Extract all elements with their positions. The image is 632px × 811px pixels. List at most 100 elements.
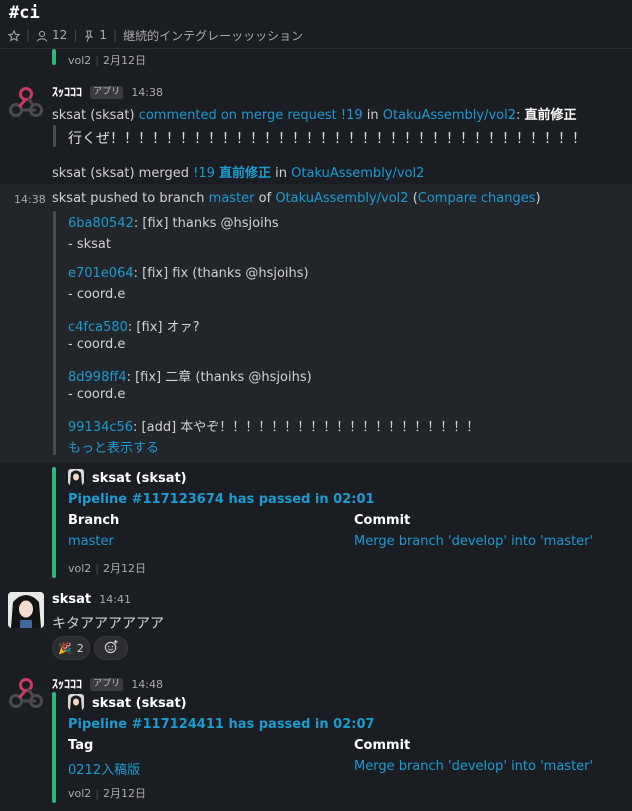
repo-link[interactable]: OtakuAssembly/vol2	[291, 166, 424, 181]
divider: |	[26, 28, 31, 42]
commit-link[interactable]: Merge branch 'develop' into 'master'	[354, 759, 593, 774]
merge-text: sksat (sksat) merged !19 直前修正 in OtakuAs…	[52, 162, 424, 181]
author-avatar[interactable]	[68, 469, 84, 485]
commit-line: c4fca580: [fix] オァ?	[68, 316, 200, 335]
message-header: sksat 14:41	[52, 592, 131, 607]
compare-link[interactable]: Compare changes	[418, 191, 536, 206]
commit-message: : [fix] 二章 (thanks @hsjoihs)	[126, 370, 312, 385]
pipeline-title-link[interactable]: Pipeline #117124411 has passed in 02:07	[68, 717, 375, 732]
message-text: キタアアアアアア	[52, 616, 164, 632]
paren-text: )	[535, 191, 541, 206]
add-emoji-icon	[104, 639, 119, 657]
commit-line: 8d998ff4: [fix] 二章 (thanks @hsjoihs)	[68, 366, 312, 385]
party-popper-icon: 🎉	[58, 641, 72, 655]
quote-text: 行くぜ！！！！！！！！！！！！！！！！！！！！！！！！！！！！！！！！！！	[68, 131, 586, 147]
attachment-bar	[52, 49, 56, 65]
attachment-bar	[52, 467, 56, 578]
in-text: in	[366, 108, 379, 123]
pin-count: 1	[99, 28, 108, 42]
commit-line: e701e064: [fix] fix (thanks @hsjoihs)	[68, 266, 309, 281]
pipeline-title-link[interactable]: Pipeline #117123674 has passed in 02:01	[68, 492, 375, 507]
channel-name[interactable]: #ci	[9, 3, 40, 23]
push-text: sksat pushed to branch master of OtakuAs…	[52, 191, 541, 206]
of-text: of	[258, 191, 272, 206]
divider: |	[73, 28, 78, 42]
channel-topic[interactable]: 継続的インテグレーッッッション	[123, 27, 303, 44]
attachment-author: sksat (sksat)	[68, 469, 187, 486]
app-badge: アプリ	[90, 86, 124, 99]
webhook-avatar[interactable]	[8, 84, 44, 120]
author-name[interactable]: sksat (sksat)	[92, 471, 187, 486]
webhook-avatar[interactable]	[8, 675, 44, 711]
timestamp[interactable]: 14:38	[131, 86, 163, 99]
commit-sha-link[interactable]: c4fca580	[68, 320, 128, 335]
attachment-author: sksat (sksat)	[68, 694, 187, 711]
commit-sha-link[interactable]: 8d998ff4	[68, 370, 127, 385]
merge-user-text: sksat (sksat) merged	[52, 166, 189, 181]
mr-link[interactable]: !19	[193, 166, 215, 181]
commit-message: : [fix] オァ?	[127, 320, 200, 335]
timestamp[interactable]: 14:48	[131, 678, 163, 691]
sender-name[interactable]: ｽｯｺｺｺ	[52, 677, 82, 691]
branch-link[interactable]: master	[209, 191, 255, 206]
commit-sha-link[interactable]: e701e064	[68, 266, 134, 281]
commit-line: 6ba80542: [fix] thanks @hsjoihs	[68, 216, 279, 231]
timestamp[interactable]: 14:41	[99, 593, 131, 606]
commit-author: - coord.e	[68, 337, 126, 352]
reaction-button[interactable]: 🎉 2	[52, 636, 90, 660]
mr-title-link[interactable]: 直前修正	[219, 166, 271, 181]
attachment-footer: vol2 | 2月12日	[68, 54, 147, 67]
footer-repo: vol2	[68, 787, 92, 800]
colon-text: :	[516, 108, 521, 123]
author-avatar[interactable]	[68, 694, 84, 710]
footer-date: 2月12日	[103, 54, 147, 67]
app-badge: アプリ	[90, 678, 124, 691]
branch-link[interactable]: master	[68, 534, 114, 549]
commit-sha-link[interactable]: 99134c56	[68, 420, 133, 435]
person-icon	[36, 28, 48, 42]
attachment-bar	[52, 692, 56, 803]
commit-message: : [fix] fix (thanks @hsjoihs)	[133, 266, 309, 281]
pins-button[interactable]: 1	[83, 28, 107, 42]
commit-author: - coord.e	[68, 387, 126, 402]
channel-header: #ci | 12 | 1 | 継続的インテグレーッッッション	[0, 0, 632, 49]
user-text: sksat (sksat)	[52, 108, 135, 123]
member-count: 12	[52, 28, 68, 42]
merge-request-link[interactable]: commented on merge request !19	[139, 108, 363, 123]
footer-repo: vol2	[68, 562, 92, 575]
footer-repo: vol2	[68, 54, 92, 67]
user-avatar[interactable]	[8, 592, 44, 628]
footer-date: 2月12日	[103, 562, 147, 575]
commit-author: - sksat	[68, 237, 111, 252]
sender-name[interactable]: sksat	[52, 592, 91, 607]
repo-link[interactable]: OtakuAssembly/vol2	[383, 108, 516, 123]
author-name[interactable]: sksat (sksat)	[92, 696, 187, 711]
commit-message: : [fix] thanks @hsjoihs	[133, 216, 279, 231]
footer-date: 2月12日	[103, 787, 147, 800]
show-more-link[interactable]: もっと表示する	[68, 437, 159, 456]
add-reaction-button[interactable]	[94, 636, 128, 660]
commit-sha-link[interactable]: 6ba80542	[68, 216, 134, 231]
members-button[interactable]: 12	[36, 28, 67, 42]
message-text: sksat (sksat) commented on merge request…	[52, 104, 577, 123]
timestamp[interactable]: 14:38	[14, 193, 46, 206]
sender-name[interactable]: ｽｯｺｺｺ	[52, 85, 82, 99]
attachment-footer: vol2 | 2月12日	[68, 787, 147, 800]
reaction-count: 2	[76, 641, 84, 655]
attachment-footer: vol2 | 2月12日	[68, 562, 147, 575]
field-label: Tag	[68, 738, 94, 753]
commit-line: 99134c56: [add] 本やぞ！！！！！！！！！！！！！！！！！！！！	[68, 416, 479, 435]
commit-message: : [add] 本やぞ！！！！！！！！！！！！！！！！！！！！	[133, 420, 480, 435]
commit-link[interactable]: Merge branch 'develop' into 'master'	[354, 534, 593, 549]
in-text: in	[275, 166, 288, 181]
tag-link[interactable]: 0212入稿版	[68, 759, 140, 778]
star-icon[interactable]	[8, 28, 20, 42]
field-label: Commit	[354, 738, 411, 753]
divider: |	[113, 28, 118, 42]
field-label: Commit	[354, 513, 411, 528]
mr-title: 直前修正	[524, 108, 577, 123]
repo-link[interactable]: OtakuAssembly/vol2	[275, 191, 408, 206]
pin-icon	[83, 28, 95, 42]
message-header: ｽｯｺｺｺ アプリ 14:38	[52, 83, 163, 100]
quote-bar	[53, 125, 56, 147]
